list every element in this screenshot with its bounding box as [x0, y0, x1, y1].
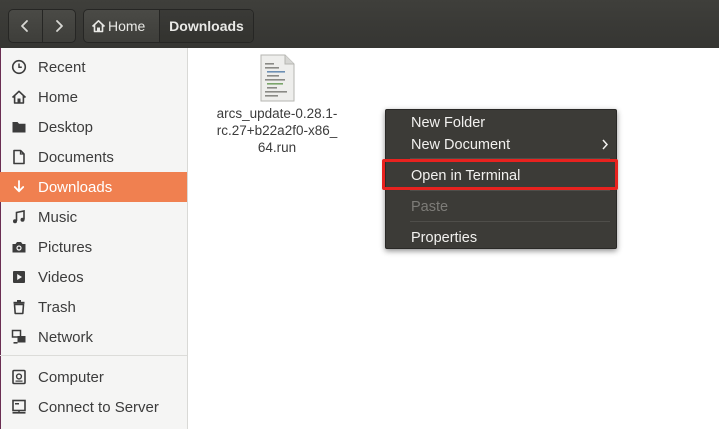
sidebar-item-label: Home: [38, 88, 79, 106]
home-icon: [91, 20, 106, 33]
chevron-left-icon: [21, 20, 29, 32]
sidebar-item-documents[interactable]: Documents: [0, 142, 187, 172]
sidebar: Recent Home Desktop Documents Downloads …: [0, 48, 188, 429]
sidebar-item-label: Pictures: [38, 238, 93, 256]
sidebar-item-music[interactable]: Music: [0, 202, 187, 232]
breadcrumb-home-label: Home: [108, 18, 146, 34]
sidebar-item-label: Downloads: [38, 178, 113, 196]
sidebar-item-computer[interactable]: Computer: [0, 362, 187, 392]
sidebar-item-label: Music: [38, 208, 78, 226]
breadcrumb-downloads-label: Downloads: [169, 18, 244, 34]
sidebar-item-label: Trash: [38, 298, 76, 316]
file-name: arcs_update-0.28.1- rc.27+b22a2f0-x86_ 6…: [216, 106, 338, 155]
clock-icon: [11, 59, 27, 75]
sidebar-item-trash[interactable]: Trash: [0, 292, 187, 322]
breadcrumb-downloads[interactable]: Downloads: [159, 10, 253, 42]
menu-separator: [410, 158, 610, 159]
menu-item-new-document[interactable]: New Document: [386, 134, 616, 156]
back-button[interactable]: [9, 10, 42, 42]
sidebar-item-label: Recent: [38, 58, 86, 76]
menu-item-label: New Document: [411, 137, 511, 153]
file-item[interactable]: arcs_update-0.28.1- rc.27+b22a2f0-x86_ 6…: [207, 54, 347, 156]
context-menu: New Folder New Document Open in Terminal…: [385, 109, 617, 249]
menu-separator: [410, 190, 610, 191]
sidebar-item-recent[interactable]: Recent: [0, 52, 187, 82]
computer-icon: [12, 369, 26, 385]
sidebar-item-label: Network: [38, 328, 94, 346]
sidebar-separator: [0, 355, 187, 356]
download-icon: [13, 180, 25, 193]
menu-item-paste: Paste: [386, 196, 616, 218]
sidebar-item-label: Desktop: [38, 118, 94, 136]
network-icon: [11, 329, 26, 344]
music-icon: [13, 210, 25, 224]
menu-item-open-in-terminal[interactable]: Open in Terminal: [386, 165, 616, 187]
breadcrumb: Home Downloads: [83, 9, 254, 43]
menu-item-label: Paste: [411, 199, 449, 215]
chevron-right-icon: [56, 20, 63, 32]
sidebar-item-label: Computer: [38, 368, 104, 386]
menu-item-label: New Folder: [411, 115, 486, 131]
sidebar-item-downloads[interactable]: Downloads: [0, 172, 187, 202]
forward-button[interactable]: [41, 10, 75, 42]
script-file-icon: [260, 54, 295, 102]
sidebar-item-label: Connect to Server: [38, 398, 159, 416]
server-icon: [12, 399, 26, 414]
home-icon: [11, 90, 27, 104]
header-bar: Home Downloads: [0, 0, 719, 48]
menu-item-properties[interactable]: Properties: [386, 227, 616, 249]
breadcrumb-home[interactable]: Home: [84, 10, 159, 42]
menu-separator: [410, 221, 610, 222]
sidebar-item-label: Documents: [38, 148, 114, 166]
trash-icon: [13, 300, 25, 315]
sidebar-item-connect-to-server[interactable]: Connect to Server: [0, 392, 187, 422]
video-icon: [13, 271, 25, 283]
document-icon: [13, 149, 25, 165]
sidebar-item-videos[interactable]: Videos: [0, 262, 187, 292]
menu-item-new-folder[interactable]: New Folder: [386, 112, 616, 134]
menu-item-label: Open in Terminal: [411, 168, 521, 184]
menu-item-label: Properties: [411, 230, 478, 246]
sidebar-item-home[interactable]: Home: [0, 82, 187, 112]
sidebar-item-network[interactable]: Network: [0, 322, 187, 352]
camera-icon: [12, 242, 26, 253]
sidebar-item-pictures[interactable]: Pictures: [0, 232, 187, 262]
nav-button-group: [8, 9, 76, 43]
folder-icon: [12, 122, 26, 133]
sidebar-item-label: Videos: [38, 268, 84, 286]
chevron-right-icon: [602, 139, 609, 150]
sidebar-item-desktop[interactable]: Desktop: [0, 112, 187, 142]
